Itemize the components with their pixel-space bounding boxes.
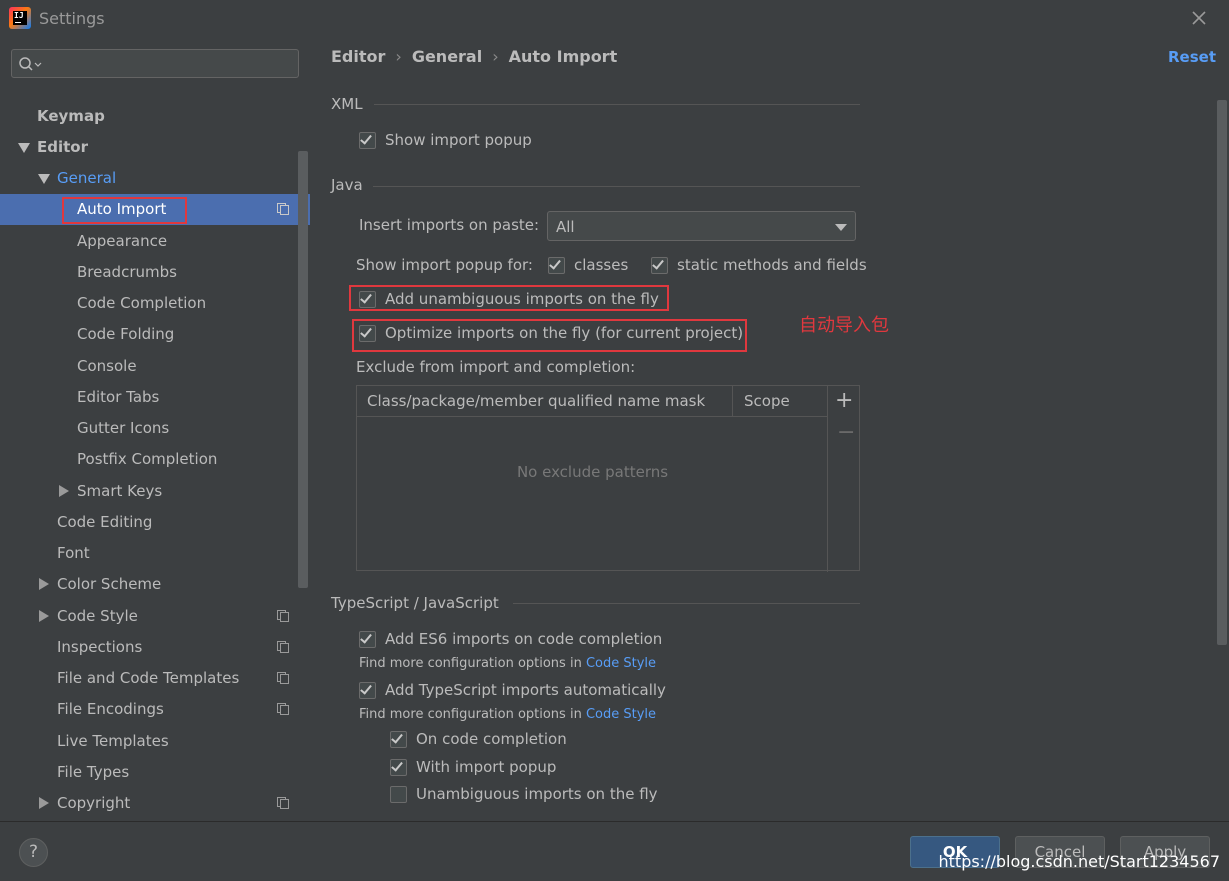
- breadcrumb: Editor › General › Auto Import: [331, 47, 623, 66]
- breadcrumb-editor[interactable]: Editor: [331, 47, 385, 66]
- tree-item-file-code-templates[interactable]: File and Code Templates: [0, 663, 298, 694]
- insert-imports-label: Insert imports on paste:: [359, 216, 540, 234]
- remove-icon[interactable]: −: [837, 420, 855, 445]
- exclude-patterns-table[interactable]: Class/package/member qualified name mask…: [356, 385, 860, 572]
- checkbox-unchecked[interactable]: [390, 786, 407, 803]
- project-copy-icon: [277, 610, 289, 622]
- project-copy-icon: [277, 641, 289, 653]
- checkbox-checked[interactable]: [359, 682, 376, 699]
- watermark-text: https://blog.csdn.net/Start1234567: [938, 852, 1221, 871]
- empty-table-text: No exclude patterns: [516, 463, 669, 481]
- checkbox-checked[interactable]: [390, 731, 407, 748]
- checkbox-checked[interactable]: [651, 257, 668, 274]
- tree-item-appearance[interactable]: Appearance: [0, 226, 298, 257]
- tree-item-code-completion[interactable]: Code Completion: [0, 288, 298, 319]
- collapsed-arrow-icon[interactable]: [39, 578, 49, 590]
- tree-item-editor-tabs[interactable]: Editor Tabs: [0, 382, 298, 413]
- code-style-link[interactable]: Code Style: [586, 707, 656, 722]
- checkbox-checked[interactable]: [390, 759, 407, 776]
- tree-item-file-types[interactable]: File Types: [0, 757, 298, 788]
- close-icon[interactable]: [1189, 8, 1209, 28]
- tree-item-file-encodings[interactable]: File Encodings: [0, 694, 298, 725]
- highlight-box: [349, 285, 669, 311]
- settings-navigation: Keymap Editor General Auto Import Appear…: [0, 38, 310, 821]
- tree-item-color-scheme[interactable]: Color Scheme: [0, 569, 298, 600]
- tree-item-smart-keys[interactable]: Smart Keys: [0, 476, 298, 507]
- checkbox-checked[interactable]: [359, 631, 376, 648]
- project-copy-icon: [277, 203, 289, 215]
- help-button[interactable]: ?: [19, 838, 48, 867]
- tree-item-postfix-completion[interactable]: Postfix Completion: [0, 444, 298, 475]
- tree-item-inspections[interactable]: Inspections: [0, 632, 298, 663]
- insert-imports-dropdown[interactable]: All: [547, 211, 856, 241]
- tree-item-copyright[interactable]: Copyright: [0, 788, 298, 819]
- code-style-link[interactable]: Code Style: [586, 656, 656, 671]
- chevron-right-icon: ›: [395, 47, 402, 66]
- tree-item-live-templates[interactable]: Live Templates: [0, 726, 298, 757]
- section-title-xml: XML: [331, 95, 363, 113]
- tree-item-editor[interactable]: Editor: [0, 132, 298, 163]
- annotation-text: 自动导入包: [799, 315, 889, 336]
- highlight-box: [62, 197, 187, 224]
- breadcrumb-general[interactable]: General: [412, 47, 482, 66]
- collapsed-arrow-icon[interactable]: [39, 610, 49, 622]
- window-title: Settings: [39, 9, 105, 28]
- dialog-button-bar: ? OK Cancel Apply https://blog.csdn.net/…: [0, 821, 1229, 881]
- content-scrollbar[interactable]: [1217, 100, 1227, 645]
- settings-search-input[interactable]: [11, 49, 299, 78]
- section-divider: [513, 603, 860, 604]
- breadcrumb-auto-import: Auto Import: [508, 47, 618, 66]
- table-header: Class/package/member qualified name mask…: [357, 386, 828, 417]
- dropdown-arrow-icon: [835, 224, 847, 231]
- tree-item-keymap[interactable]: Keymap: [0, 101, 298, 132]
- chevron-right-icon: ›: [492, 47, 499, 66]
- section-divider: [374, 104, 860, 105]
- tree-item-font[interactable]: Font: [0, 538, 298, 569]
- checkbox-checked[interactable]: [548, 257, 565, 274]
- section-divider: [373, 186, 860, 187]
- tree-item-breadcrumbs[interactable]: Breadcrumbs: [0, 257, 298, 288]
- find-more-options-note: Find more configuration options in Code …: [359, 707, 657, 722]
- search-icon: [19, 57, 42, 71]
- section-title-typescript: TypeScript / JavaScript: [331, 594, 499, 612]
- tree-item-console[interactable]: Console: [0, 351, 298, 382]
- checkbox-checked[interactable]: [359, 132, 376, 149]
- highlight-box: [352, 319, 747, 352]
- tree-item-code-editing[interactable]: Code Editing: [0, 507, 298, 538]
- intellij-logo-icon: IJ: [9, 7, 31, 29]
- title-bar: IJ Settings: [0, 0, 1229, 38]
- tree-item-code-folding[interactable]: Code Folding: [0, 319, 298, 350]
- project-copy-icon: [277, 703, 289, 715]
- tree-item-code-style[interactable]: Code Style: [0, 601, 298, 632]
- collapsed-arrow-icon[interactable]: [59, 485, 69, 497]
- project-copy-icon: [277, 672, 289, 684]
- column-header-mask[interactable]: Class/package/member qualified name mask: [367, 392, 705, 410]
- section-title-java: Java: [331, 176, 363, 194]
- show-popup-for-label: Show import popup for:: [356, 256, 533, 274]
- tree-item-gutter-icons[interactable]: Gutter Icons: [0, 413, 298, 444]
- exclude-label: Exclude from import and completion:: [356, 358, 636, 376]
- add-icon[interactable]: +: [835, 388, 853, 413]
- expanded-arrow-icon[interactable]: [38, 174, 50, 184]
- find-more-options-note: Find more configuration options in Code …: [359, 656, 657, 671]
- settings-tree: Keymap Editor General Auto Import Appear…: [0, 86, 310, 821]
- collapsed-arrow-icon[interactable]: [39, 797, 49, 809]
- tree-item-general[interactable]: General: [0, 163, 298, 194]
- reset-link[interactable]: Reset: [1168, 48, 1216, 66]
- expanded-arrow-icon[interactable]: [18, 143, 30, 153]
- project-copy-icon: [277, 797, 289, 809]
- column-header-scope[interactable]: Scope: [744, 392, 790, 410]
- tree-scrollbar[interactable]: [298, 151, 308, 588]
